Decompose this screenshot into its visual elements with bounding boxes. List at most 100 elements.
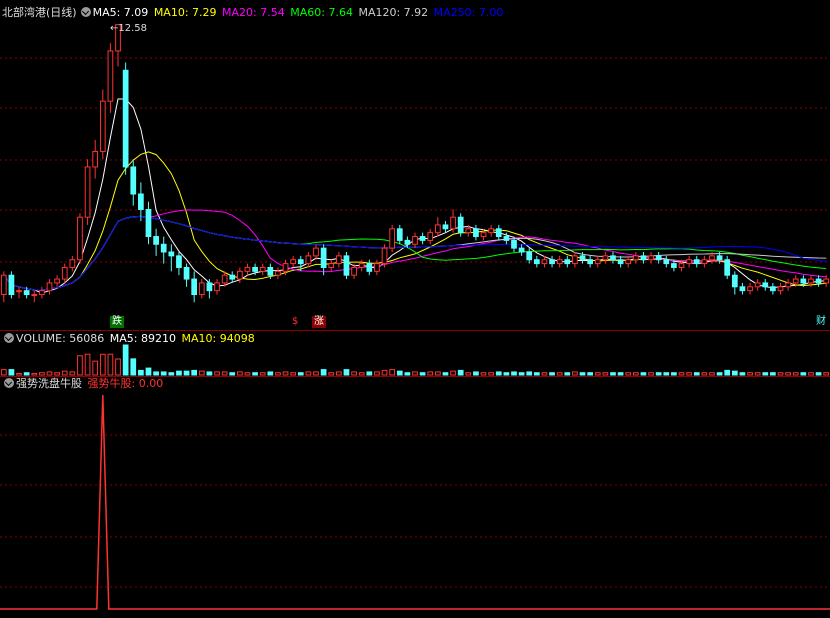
volume-bar bbox=[473, 371, 479, 376]
candle-body bbox=[442, 224, 449, 230]
candle-body bbox=[465, 228, 472, 234]
candle-body bbox=[412, 236, 418, 245]
volume-bar bbox=[480, 372, 487, 376]
candle-body bbox=[275, 270, 281, 276]
volume-bar bbox=[183, 370, 190, 376]
volume-bar bbox=[648, 372, 654, 376]
candle-body bbox=[145, 208, 152, 238]
signal-cai[interactable]: 财 bbox=[814, 316, 828, 328]
signal-die[interactable]: 跌 bbox=[110, 316, 124, 328]
volume-bar bbox=[99, 353, 106, 376]
candlestick-chart[interactable] bbox=[0, 0, 830, 330]
volume-bar bbox=[244, 372, 251, 376]
dropdown-circle-icon[interactable] bbox=[4, 378, 14, 388]
price-panel[interactable]: 北部湾港(日线) MA5: 7.09 MA10: 7.29 MA20: 7.54 … bbox=[0, 0, 830, 330]
volume-bar bbox=[221, 371, 228, 376]
ma-label-2: MA20: 7.54 bbox=[222, 6, 289, 19]
indicator-line bbox=[0, 394, 830, 610]
ma-label-1: MA10: 7.29 bbox=[153, 6, 221, 19]
volume-bar bbox=[206, 371, 213, 376]
volume-value: VOLUME: 56086 bbox=[16, 332, 105, 345]
volume-bar bbox=[259, 372, 266, 376]
candle-body bbox=[518, 247, 525, 253]
volume-bar bbox=[191, 369, 198, 376]
candle-body bbox=[541, 259, 548, 265]
volume-bar bbox=[640, 372, 647, 376]
volume-bar bbox=[434, 371, 441, 376]
volume-bar bbox=[709, 372, 715, 376]
candle-body bbox=[404, 239, 411, 245]
volume-bar bbox=[655, 372, 662, 376]
volume-bar bbox=[69, 371, 76, 376]
high-price-marker: ←12.58 bbox=[110, 23, 148, 34]
signal-dollar[interactable]: $ bbox=[290, 316, 300, 328]
candle-body bbox=[252, 266, 258, 272]
candle-body bbox=[259, 266, 266, 272]
candle-body bbox=[313, 247, 319, 257]
candle-body bbox=[335, 255, 342, 265]
volume-bar bbox=[701, 372, 708, 376]
volume-bar bbox=[427, 371, 434, 376]
candle-body bbox=[480, 232, 487, 238]
candle-body bbox=[23, 290, 30, 296]
volume-bar bbox=[290, 372, 297, 376]
volume-bar bbox=[579, 372, 586, 376]
volume-bar bbox=[488, 372, 495, 376]
candle-body bbox=[290, 259, 297, 265]
candle-body bbox=[427, 232, 434, 241]
volume-bar bbox=[617, 372, 624, 376]
candle-body bbox=[176, 255, 182, 268]
volume-bar bbox=[396, 370, 403, 376]
candle-body bbox=[389, 228, 396, 249]
volume-bar bbox=[678, 372, 685, 376]
candle-body bbox=[320, 247, 327, 268]
candle-body bbox=[214, 282, 220, 292]
candle-body bbox=[503, 236, 510, 241]
candle-body bbox=[221, 274, 228, 284]
candle-body bbox=[351, 266, 357, 276]
candle-body bbox=[39, 290, 45, 296]
candle-body bbox=[61, 266, 68, 280]
dropdown-circle-icon[interactable] bbox=[4, 333, 14, 343]
volume-bar bbox=[145, 367, 152, 376]
volume-bar bbox=[0, 369, 7, 376]
candle-body bbox=[556, 259, 563, 265]
signal-zhang[interactable]: 涨 bbox=[312, 316, 326, 328]
candle-body bbox=[495, 228, 502, 238]
candle-body bbox=[549, 259, 555, 265]
candle-body bbox=[54, 278, 60, 284]
price-header: 北部湾港(日线) MA5: 7.09 MA10: 7.29 MA20: 7.54 … bbox=[2, 6, 507, 20]
volume-ma10: MA10: 94098 bbox=[181, 332, 255, 345]
volume-bar bbox=[533, 372, 540, 376]
volume-bar bbox=[785, 372, 791, 376]
volume-bar bbox=[381, 369, 388, 376]
ma-label-4: MA120: 7.92 bbox=[358, 6, 432, 19]
candle-body bbox=[244, 266, 251, 272]
volume-panel[interactable]: VOLUME: 56086 MA5: 89210 MA10: 94098 bbox=[0, 331, 830, 376]
indicator-panel[interactable]: 强势洗盘牛股 强势牛股: 0.00 bbox=[0, 377, 830, 618]
dropdown-circle-icon[interactable] bbox=[80, 7, 91, 17]
volume-header: VOLUME: 56086 MA5: 89210 MA10: 94098 bbox=[2, 332, 257, 346]
candle-body bbox=[16, 290, 22, 293]
candle-body bbox=[343, 255, 350, 276]
candle-body bbox=[823, 278, 830, 284]
high-price-value: 12.58 bbox=[118, 23, 148, 34]
candle-body bbox=[716, 255, 723, 261]
volume-bar bbox=[23, 372, 30, 376]
candle-body bbox=[168, 251, 175, 257]
candle-body bbox=[122, 69, 129, 168]
candle-body bbox=[747, 286, 753, 292]
volume-bar bbox=[625, 372, 632, 376]
volume-bar bbox=[572, 371, 578, 376]
volume-bar bbox=[663, 372, 670, 376]
ma-label-3: MA60: 7.64 bbox=[290, 6, 357, 19]
volume-bar bbox=[754, 372, 761, 376]
volume-bar bbox=[229, 372, 236, 376]
volume-bar bbox=[31, 372, 38, 376]
volume-bar bbox=[138, 369, 144, 376]
volume-bar bbox=[762, 372, 769, 376]
candle-body bbox=[0, 274, 7, 296]
volume-bar bbox=[305, 371, 312, 376]
indicator-chart[interactable] bbox=[0, 377, 830, 618]
candle-body bbox=[579, 255, 586, 261]
